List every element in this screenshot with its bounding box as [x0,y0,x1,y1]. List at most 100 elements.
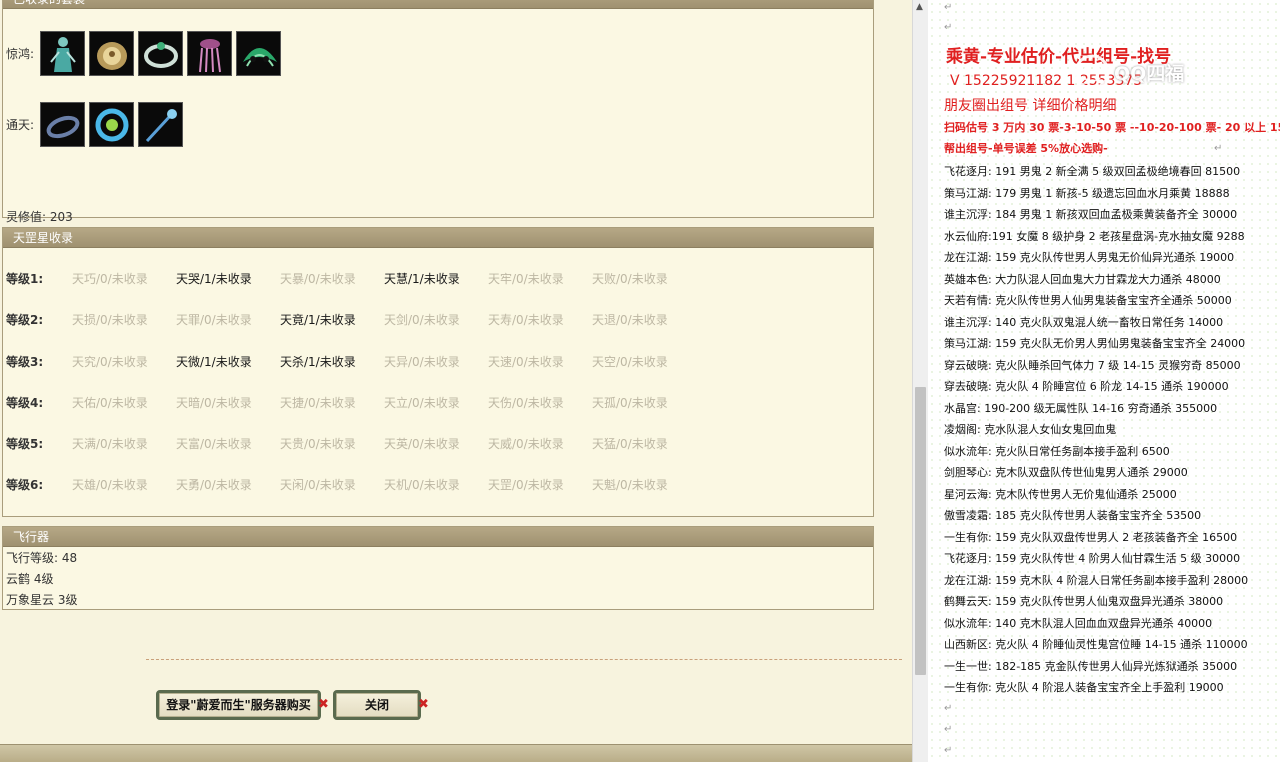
paragraph-mark: ↵ [944,2,953,13]
account-list-item: 飞花逐月: 159 克火队传世 4 阶男人仙甘霖生活 5 级 30000 [944,552,1241,565]
golden-crown-icon[interactable] [89,31,134,76]
tiangang-star-cell[interactable]: 天杀/1/未收录 [280,353,356,370]
tiangang-star-cell[interactable]: 天伤/0/未收录 [488,394,564,411]
tiangang-star-cell[interactable]: 天猛/0/未收录 [592,435,668,452]
paragraph-mark: ↵ [944,724,953,735]
tiangang-star-cell[interactable]: 天立/0/未收录 [384,394,460,411]
aircraft-panel-header: 飞行器 [3,527,873,547]
account-list-item: 天若有情: 克火队传世男人仙男鬼装备宝宝齐全通杀 50000 [944,294,1232,307]
account-list-item: 龙在江湖: 159 克木队 4 阶混人日常任务副本接手盈利 28000 [944,573,1249,587]
tiangang-row: 等级5: 天满/0/未收录 天富/0/未收录 天贵/0/未收录 天英/0/未收录 天威/0… [6,435,866,451]
tiangang-star-cell[interactable]: 天究/0/未收录 [72,353,148,370]
tiangang-row: 等级2: 天损/0/未收录 天罪/0/未收录 天竟/1/未收录 天剑/0/未收录 天寿/0… [6,311,866,327]
tiangang-level-label: 等级6: [6,478,44,492]
dark-ring-icon[interactable] [40,102,85,147]
tiangang-star-cell[interactable]: 天闲/0/未收录 [280,476,356,493]
tiangang-row: 等级6: 天雄/0/未收录 天勇/0/未收录 天闲/0/未收录 天机/0/未收录 天罡/0… [6,476,866,492]
tiangang-panel-header: 天罡星收录 [3,228,873,248]
tiangang-level-label: 等级3: [6,355,44,369]
tiangang-star-cell[interactable]: 天佑/0/未收录 [72,394,148,411]
vertical-scrollbar[interactable]: ▲ [912,0,928,762]
tiangang-star-cell[interactable]: 天富/0/未收录 [176,435,252,452]
tiangang-star-cell[interactable]: 天牢/0/未收录 [488,270,564,287]
video-watermark: QQ四福 [1072,52,1184,92]
close-button[interactable]: 关闭 [333,690,421,720]
account-list-item: 一生有你: 克火队 4 阶混人装备宝宝齐全上手盈利 19000 [944,681,1224,694]
tiangang-row: 等级4: 天佑/0/未收录 天暗/0/未收录 天捷/0/未收录 天立/0/未收录 天伤/0… [6,394,866,410]
account-list-item: 星河云海: 克木队传世男人无价鬼仙通杀 25000 [944,487,1177,501]
purple-tassel-icon[interactable] [187,31,232,76]
tiangang-star-cell[interactable]: 天竟/1/未收录 [280,311,356,328]
tiangang-star-cell[interactable]: 天哭/1/未收录 [176,270,252,287]
lingxiu-value: 灵修值: 203 [6,210,73,224]
account-list-item: 飞花逐月: 191 男鬼 2 新全满 5 级双回孟极绝境春回 81500 [944,165,1241,178]
tiangang-star-cell[interactable]: 天英/0/未收录 [384,435,460,452]
close-x-icon: ✖ [418,697,429,712]
tiangang-row: 等级1: 天巧/0/未收录 天哭/1/未收录 天暴/0/未收录 天慧/1/未收录 天牢/0… [6,270,866,286]
game-window: 已收录的套装 惊鸿: 通天: 灵修值: 203 天罡星收 [0,0,912,762]
tiangang-star-cell[interactable]: 天暗/0/未收录 [176,394,252,411]
game-bottom-strip [0,744,912,762]
login-server-buy-button[interactable]: 登录"蔚爱而生"服务器购买 [156,690,321,720]
account-list-item: 英雄本色: 大力队混人回血鬼大力甘霖龙大力通杀 48000 [944,272,1221,286]
suits-panel-header: 已收录的套装 [3,0,873,9]
paragraph-mark: ↵ [1214,143,1223,154]
account-list-item: 水云仙府:191 女魔 8 级护身 2 老孩星盘涡-克水抽女魔 9288 [944,229,1245,243]
green-leaf-mask-icon[interactable] [236,31,281,76]
account-list-item: 谁主沉浮: 140 克火队双鬼混人统一畜牧日常任务 14000 [944,315,1224,329]
fairy-wand-icon[interactable] [138,102,183,147]
fairy-figure-icon[interactable] [40,31,85,76]
account-list-item: 傲雪凌霜: 185 克火队传世男人装备宝宝齐全 53500 [944,509,1202,522]
tiangang-star-cell[interactable]: 天孤/0/未收录 [592,394,668,411]
suit-label: 通天: [6,118,35,132]
account-list-item: 谁主沉浮: 184 男鬼 1 新孩双回血孟极乘黄装备齐全 30000 [944,208,1238,221]
paragraph-mark: ↵ [944,22,953,33]
glowing-blue-ring-icon[interactable] [89,102,134,147]
tiangang-star-cell[interactable]: 天寿/0/未收录 [488,311,564,328]
tiangang-star-cell[interactable]: 天空/0/未收录 [592,353,668,370]
tiangang-row: 等级3: 天究/0/未收录 天微/1/未收录 天杀/1/未收录 天异/0/未收录 天速/0… [6,353,866,369]
tiangang-star-cell[interactable]: 天勇/0/未收录 [176,476,252,493]
account-list-item: 一生有你: 159 克火队双盘传世男人 2 老孩装备齐全 16500 [944,530,1238,544]
tiangang-star-cell[interactable]: 天微/1/未收录 [176,353,252,370]
divider [146,659,902,660]
tiangang-star-cell[interactable]: 天损/0/未收录 [72,311,148,328]
tiangang-level-label: 等级5: [6,437,44,451]
jade-bracelet-icon[interactable] [138,31,183,76]
tiangang-star-cell[interactable]: 天罪/0/未收录 [176,311,252,328]
tiangang-star-cell[interactable]: 天巧/0/未收录 [72,270,148,287]
tiangang-star-cell[interactable]: 天败/0/未收录 [592,270,668,287]
watermark-logo-icon [1074,54,1110,90]
tiangang-star-cell[interactable]: 天魁/0/未收录 [592,476,668,493]
tiangang-level-label: 等级4: [6,396,44,410]
suit-row-jinghong: 惊鸿: [6,31,285,76]
tiangang-star-cell[interactable]: 天慧/1/未收录 [384,270,460,287]
tiangang-star-cell[interactable]: 天机/0/未收录 [384,476,460,493]
tiangang-star-cell[interactable]: 天威/0/未收录 [488,435,564,452]
tiangang-star-cell[interactable]: 天剑/0/未收录 [384,311,460,328]
suit-row-tongtian: 通天: [6,102,187,147]
tiangang-level-label: 等级2: [6,313,44,327]
tiangang-star-cell[interactable]: 天满/0/未收录 [72,435,148,452]
tiangang-star-cell[interactable]: 天暴/0/未收录 [280,270,356,287]
tiangang-star-cell[interactable]: 天雄/0/未收录 [72,476,148,493]
tiangang-star-cell[interactable]: 天速/0/未收录 [488,353,564,370]
flight-level: 飞行等级: 48 [6,551,78,565]
tiangang-star-cell[interactable]: 天异/0/未收录 [384,353,460,370]
watermark-text: QQ四福 [1114,62,1185,85]
scroll-up-arrow-icon[interactable]: ▲ [916,2,923,12]
tiangang-level-label: 等级1: [6,272,44,286]
tiangang-star-cell[interactable]: 天退/0/未收录 [592,311,668,328]
close-x-icon: ✖ [318,697,329,712]
suit-label: 惊鸿: [6,47,35,61]
aircraft-panel: 飞行器 [2,526,874,610]
account-list-item: 策马江湖: 159 克火队无价男人男仙男鬼装备宝宝齐全 24000 [944,337,1246,350]
account-list-item: 一生一世: 182-185 克金队传世男人仙异光炼狱通杀 35000 [944,659,1238,673]
account-list-item: 策马江湖: 179 男鬼 1 新孩-5 级遗忘回血水月乘黄 18888 [944,186,1230,200]
tiangang-star-cell[interactable]: 天贵/0/未收录 [280,435,356,452]
tiangang-star-cell[interactable]: 天捷/0/未收录 [280,394,356,411]
aircraft-wanxiang: 万象星云 3级 [6,593,78,607]
scrollbar-thumb[interactable] [915,387,926,675]
account-list-item: 穿云破晓: 克火队睡杀回气体力 7 级 14-15 灵猴穷奇 85000 [944,358,1241,372]
tiangang-star-cell[interactable]: 天罡/0/未收录 [488,476,564,493]
